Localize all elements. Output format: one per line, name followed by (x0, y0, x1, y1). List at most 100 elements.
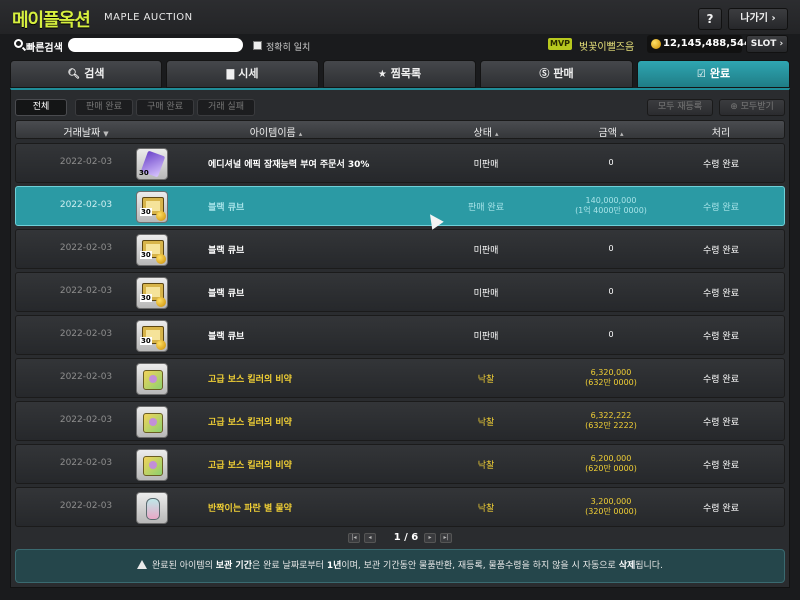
reregister-all-button[interactable]: 모두 재등록 (647, 99, 713, 116)
quick-search-label: 빠른검색 (26, 43, 63, 54)
table-row[interactable]: 2022-02-03 반짝이는 파란 별 물약 낙찰 3,200,000 (320… (15, 487, 785, 527)
row-date: 2022-02-03 (59, 501, 113, 511)
row-process: 수령 완료 (703, 418, 739, 428)
main-tabs: 🔍︎ 검색 ▇ 시세 ★ 찜목록 Ⓢ 판매 ☑ 완료 (10, 60, 790, 88)
row-date: 2022-02-03 (59, 415, 113, 425)
exact-match-checkbox[interactable] (253, 41, 262, 50)
table-row[interactable]: 2022-02-03 30 블랙 큐브 미판매 0 수령 완료 (15, 272, 785, 312)
column-process: 처리 (711, 128, 731, 139)
row-process: 수령 완료 (703, 375, 739, 385)
table-row[interactable]: 2022-02-03 30 블랙 큐브 판매 완료 140,000,000 (1억… (15, 186, 785, 226)
star-icon: ★ (377, 69, 387, 80)
tab-sell[interactable]: Ⓢ 판매 (480, 60, 633, 88)
search-input[interactable] (68, 38, 243, 52)
row-item-name: 반짝이는 파란 별 물약 (208, 504, 292, 514)
row-price: 0 (608, 330, 614, 339)
row-date: 2022-02-03 (59, 243, 113, 253)
table-row[interactable]: 2022-02-03 30 에디셔널 에픽 잠재능력 부여 주문서 30% 미판… (15, 143, 785, 183)
column-item-name[interactable]: 아이템이름 ▴ (176, 124, 376, 139)
search-icon (14, 39, 23, 48)
row-status: 낙찰 (477, 375, 495, 385)
column-price[interactable]: 금액 ▴ (556, 124, 666, 139)
row-item-name: 에디셔널 에픽 잠재능력 부여 주문서 30% (208, 160, 370, 170)
row-status: 미판매 (473, 160, 499, 170)
subtab-failed[interactable]: 거래 실패 (197, 99, 255, 116)
help-button[interactable]: ? (698, 8, 722, 30)
row-item-name: 블랙 큐브 (208, 203, 245, 213)
row-status: 낙찰 (477, 504, 495, 514)
row-price: 0 (608, 158, 614, 167)
table-row[interactable]: 2022-02-03 고급 보스 킬러의 비약 낙찰 6,322,222 (632… (15, 401, 785, 441)
prev-page-button[interactable]: ◂ (364, 533, 376, 543)
row-process: 수령 완료 (703, 289, 739, 299)
black-cube-icon: 30 (136, 277, 168, 309)
exit-button[interactable]: 나가기 › (728, 8, 788, 30)
top-header: 메이플옥션 MAPLE AUCTION ? 나가기 › (0, 0, 800, 34)
row-item-name: 고급 보스 킬러의 비약 (208, 418, 292, 428)
tab-search[interactable]: 🔍︎ 검색 (10, 60, 162, 88)
row-date: 2022-02-03 (59, 458, 113, 468)
row-date: 2022-02-03 (59, 157, 113, 167)
secret-book-icon (136, 406, 168, 438)
row-item-name: 블랙 큐브 (208, 289, 245, 299)
column-date[interactable]: 거래날짜 ▼ (36, 124, 136, 139)
meso-coin-icon (651, 39, 661, 49)
sort-icon: ▴ (298, 130, 303, 138)
bar-chart-icon: ▇ (226, 69, 235, 80)
secret-book-icon (136, 449, 168, 481)
black-cube-icon: 30 (136, 320, 168, 352)
table-row[interactable]: 2022-02-03 고급 보스 킬러의 비약 낙찰 6,320,000 (632… (15, 358, 785, 398)
warning-icon (137, 560, 148, 569)
column-status[interactable]: 상태 ▴ (436, 124, 536, 139)
row-item-name: 블랙 큐브 (208, 246, 245, 256)
exact-match-label: 정확히 일치 (266, 43, 311, 53)
coin-s-icon: Ⓢ (539, 69, 550, 80)
checkbox-icon: ☑ (696, 69, 706, 80)
subtab-sold[interactable]: 판매 완료 (75, 99, 133, 116)
last-page-button[interactable]: ▸| (440, 533, 452, 543)
character-name: 벚꽃이뻘즈음 (579, 42, 635, 53)
completed-panel: 전체 판매 완료 구매 완료 거래 실패 모두 재등록 ⊕ 모두받기 거래날짜 ▼… (10, 88, 790, 588)
row-price: 0 (608, 287, 614, 296)
retention-notice: 완료된 아이템의 보관 기간은 완료 날짜로부터 1년이며, 보관 기간동안 물… (15, 549, 785, 583)
row-price: 6,200,000 (620만 0000) (585, 454, 637, 473)
row-item-name: 블랙 큐브 (208, 332, 245, 342)
table-row[interactable]: 2022-02-03 30 블랙 큐브 미판매 0 수령 완료 (15, 229, 785, 269)
receive-all-button[interactable]: ⊕ 모두받기 (719, 99, 785, 116)
tab-market-price[interactable]: ▇ 시세 (166, 60, 319, 88)
row-item-name: 고급 보스 킬러의 비약 (208, 375, 292, 385)
row-process: 수령 완료 (703, 332, 739, 342)
row-status: 판매 완료 (468, 203, 504, 213)
page-indicator: 1 / 6 (393, 532, 419, 543)
slot-button[interactable]: SLOT › (746, 35, 788, 53)
row-price: 0 (608, 244, 614, 253)
table-row[interactable]: 2022-02-03 고급 보스 킬러의 비약 낙찰 6,200,000 (620… (15, 444, 785, 484)
potion-icon (136, 492, 168, 524)
row-status: 낙찰 (477, 461, 495, 471)
next-page-button[interactable]: ▸ (424, 533, 436, 543)
row-price: 3,200,000 (320만 0000) (585, 497, 637, 516)
subtab-all[interactable]: 전체 (15, 99, 67, 116)
table-header: 거래날짜 ▼ 아이템이름 ▴ 상태 ▴ 금액 ▴ 처리 (15, 120, 785, 139)
row-price: 6,322,222 (632만 2222) (585, 411, 637, 430)
row-process: 수령 완료 (703, 246, 739, 256)
subtab-bought[interactable]: 구매 완료 (136, 99, 194, 116)
search-row: 빠른검색 정확히 일치 MVP 벚꽃이뻘즈음 12,145,488,544 SL… (0, 34, 800, 58)
sort-desc-icon: ▼ (103, 130, 109, 138)
tab-wishlist[interactable]: ★ 찜목록 (323, 60, 476, 88)
first-page-button[interactable]: |◂ (348, 533, 360, 543)
row-process: 수령 완료 (703, 203, 739, 213)
magnifier-icon: 🔍︎ (67, 69, 81, 80)
tab-completed[interactable]: ☑ 완료 (637, 60, 790, 88)
row-status: 미판매 (473, 246, 499, 256)
meso-amount: 12,145,488,544 (663, 38, 751, 49)
row-process: 수령 완료 (703, 160, 739, 170)
row-status: 낙찰 (477, 418, 495, 428)
sort-icon: ▴ (494, 130, 499, 138)
table-row[interactable]: 2022-02-03 30 블랙 큐브 미판매 0 수령 완료 (15, 315, 785, 355)
app-logo: 메이플옥션 (12, 10, 91, 31)
row-status: 미판매 (473, 332, 499, 342)
meso-balance: 12,145,488,544 (647, 35, 751, 53)
row-date: 2022-02-03 (59, 329, 113, 339)
row-price: 140,000,000 (1억 4000만 0000) (575, 196, 647, 215)
